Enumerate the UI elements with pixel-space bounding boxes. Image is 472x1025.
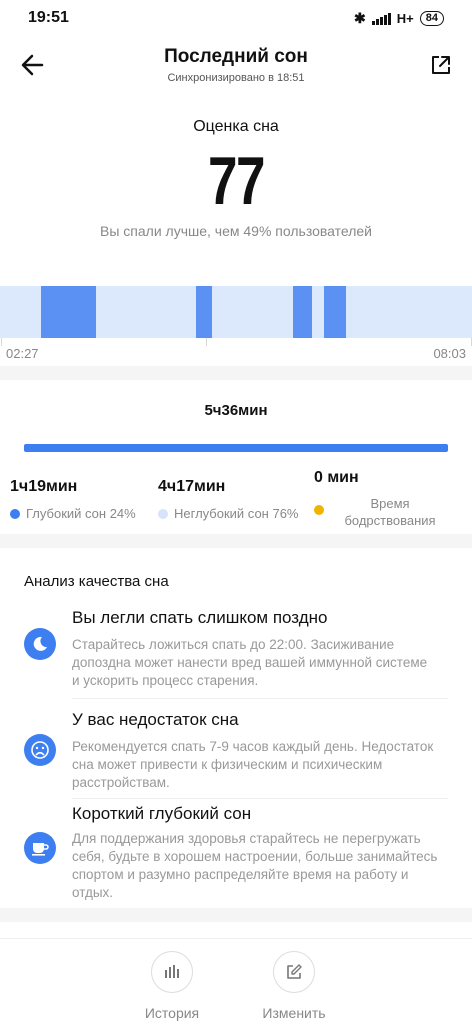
- item-divider: [72, 798, 448, 799]
- deep-sleep-stat: 1ч19мин Глубокий сон 24%: [10, 478, 136, 521]
- analysis-item-text: Для поддержания здоровья старайтесь не п…: [72, 831, 438, 900]
- item-divider: [72, 698, 448, 699]
- deep-sleep-segment: [196, 286, 212, 338]
- deep-sleep-dot: [10, 508, 20, 519]
- awake-value: 0 мин: [314, 469, 359, 486]
- score-comparison: Вы спали лучше, чем 49% пользователей: [100, 223, 372, 239]
- cup-icon: [24, 832, 56, 864]
- timeline-end-time: 08:03: [433, 346, 466, 361]
- deep-sleep-segment: [41, 286, 96, 338]
- total-sleep-bar: [24, 444, 448, 452]
- light-sleep-dot: [158, 508, 168, 519]
- total-sleep-duration: 5ч36мин: [204, 402, 268, 419]
- light-sleep-value: 4ч17мин: [158, 478, 226, 495]
- sleep-score: 77: [208, 143, 265, 219]
- deep-sleep-segment: [293, 286, 312, 338]
- signal-icon: [371, 12, 391, 25]
- sync-status: Синхронизировано в 18:51: [167, 72, 305, 84]
- timeline-tick: [1, 338, 2, 346]
- analysis-item-title: У вас недостаток сна: [72, 710, 239, 729]
- awake-label: Время бодрствования: [344, 496, 436, 528]
- moon-icon: [24, 628, 56, 660]
- page-title: Последний сон: [164, 46, 308, 67]
- bluetooth-icon: ✱: [354, 10, 366, 26]
- status-bar: 19:51 ✱ H+ 84: [0, 0, 472, 36]
- score-label: Оценка сна: [193, 118, 279, 135]
- timeline-start-time: 02:27: [6, 346, 39, 361]
- section-divider: [0, 908, 472, 922]
- deep-sleep-label: Глубокий сон 24%: [26, 506, 136, 521]
- analysis-item-title: Вы легли спать слишком поздно: [72, 608, 328, 627]
- analysis-title: Анализ качества сна: [24, 573, 169, 590]
- analysis-item-text: Рекомендуется спать 7-9 часов каждый ден…: [72, 739, 434, 790]
- bottom-bar: История Изменить: [0, 938, 472, 1025]
- share-icon[interactable]: [426, 50, 456, 80]
- analysis-item-text: Старайтесь ложиться спать до 22:00. Заси…: [72, 637, 428, 688]
- history-label: История: [144, 1005, 200, 1021]
- history-button[interactable]: История: [117, 951, 227, 1021]
- history-icon: [151, 951, 193, 993]
- section-divider: [0, 534, 472, 548]
- section-divider: [0, 366, 472, 380]
- awake-stat: 0 мин Время бодрствования: [314, 469, 464, 529]
- status-icons: ✱ H+ 84: [354, 10, 444, 27]
- deep-sleep-segment: [324, 286, 346, 338]
- sleep-timeline[interactable]: [0, 286, 472, 338]
- awake-dot: [314, 505, 324, 515]
- analysis-item-title: Короткий глубокий сон: [72, 804, 252, 823]
- sad-face-icon: [24, 734, 56, 766]
- battery-indicator: 84: [419, 11, 444, 26]
- deep-sleep-value: 1ч19мин: [10, 478, 78, 495]
- light-sleep-stat: 4ч17мин Неглубокий сон 76%: [158, 478, 299, 521]
- light-sleep-label: Неглубокий сон 76%: [174, 506, 299, 521]
- network-type: H+: [396, 11, 414, 26]
- edit-button[interactable]: Изменить: [239, 951, 349, 1021]
- status-time: 19:51: [28, 9, 69, 26]
- timeline-tick: [206, 338, 207, 346]
- header: Последний сон Синхронизировано в 18:51: [0, 36, 472, 96]
- edit-icon: [273, 951, 315, 993]
- edit-label: Изменить: [262, 1005, 326, 1021]
